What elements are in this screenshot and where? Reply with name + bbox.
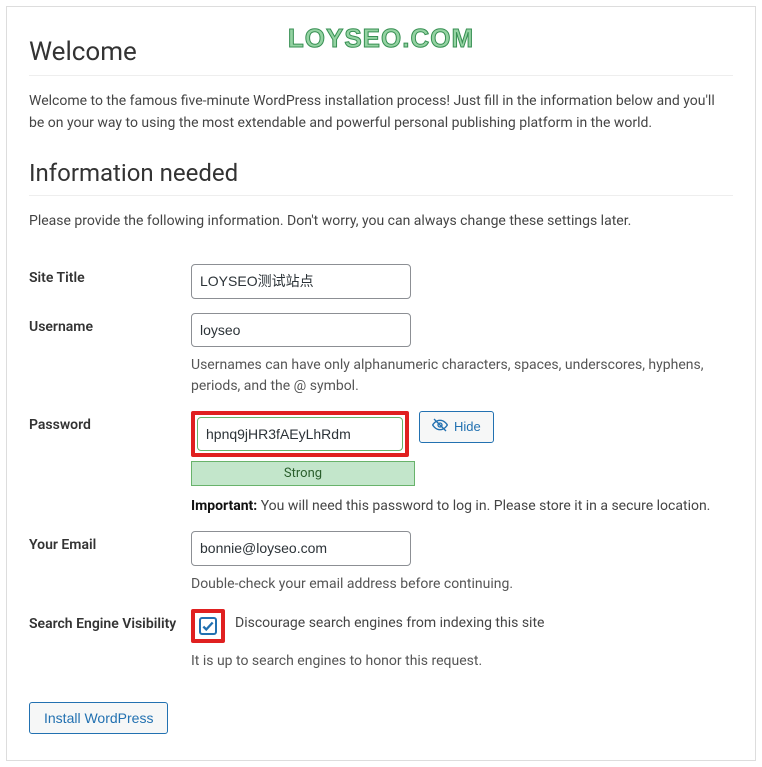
email-input[interactable]	[191, 531, 411, 565]
visibility-label: Search Engine Visibility	[29, 609, 191, 635]
site-title-row: Site Title	[29, 250, 733, 298]
install-form: Site Title Username Usernames can have o…	[29, 250, 733, 672]
username-hint: Usernames can have only alphanumeric cha…	[191, 355, 733, 397]
visibility-checkbox-label: Discourage search engines from indexing …	[235, 609, 544, 631]
site-title-input[interactable]	[191, 264, 411, 298]
username-row: Username Usernames can have only alphanu…	[29, 299, 733, 397]
visibility-checkbox[interactable]	[199, 617, 217, 635]
hide-password-label: Hide	[454, 419, 481, 434]
visibility-row: Search Engine Visibility Discourage sear…	[29, 595, 733, 672]
install-wordpress-button[interactable]: Install WordPress	[29, 702, 168, 734]
install-panel: LOYSEO.COM Welcome Welcome to the famous…	[6, 6, 756, 761]
visibility-checkbox-highlight	[191, 609, 225, 643]
info-intro: Please provide the following information…	[29, 210, 733, 232]
site-title-label: Site Title	[29, 264, 191, 286]
hide-password-button[interactable]: Hide	[419, 411, 494, 443]
password-label: Password	[29, 411, 191, 433]
username-label: Username	[29, 313, 191, 335]
welcome-intro: Welcome to the famous five-minute WordPr…	[29, 90, 733, 135]
password-note: Important: You will need this password t…	[191, 496, 733, 517]
password-row: Password Hide	[29, 397, 733, 517]
password-highlight	[191, 411, 409, 457]
check-icon	[201, 619, 215, 633]
eye-slash-icon	[432, 417, 448, 436]
email-hint: Double-check your email address before c…	[191, 574, 733, 595]
password-input[interactable]	[197, 417, 403, 451]
visibility-hint: It is up to search engines to honor this…	[191, 651, 733, 672]
welcome-heading: Welcome	[29, 37, 733, 76]
username-input[interactable]	[191, 313, 411, 347]
info-heading: Information needed	[29, 159, 733, 196]
email-row: Your Email Double-check your email addre…	[29, 517, 733, 594]
password-note-rest: You will need this password to log in. P…	[257, 498, 710, 514]
email-label: Your Email	[29, 531, 191, 553]
password-note-strong: Important:	[191, 498, 257, 514]
password-strength-meter: Strong	[191, 461, 415, 486]
